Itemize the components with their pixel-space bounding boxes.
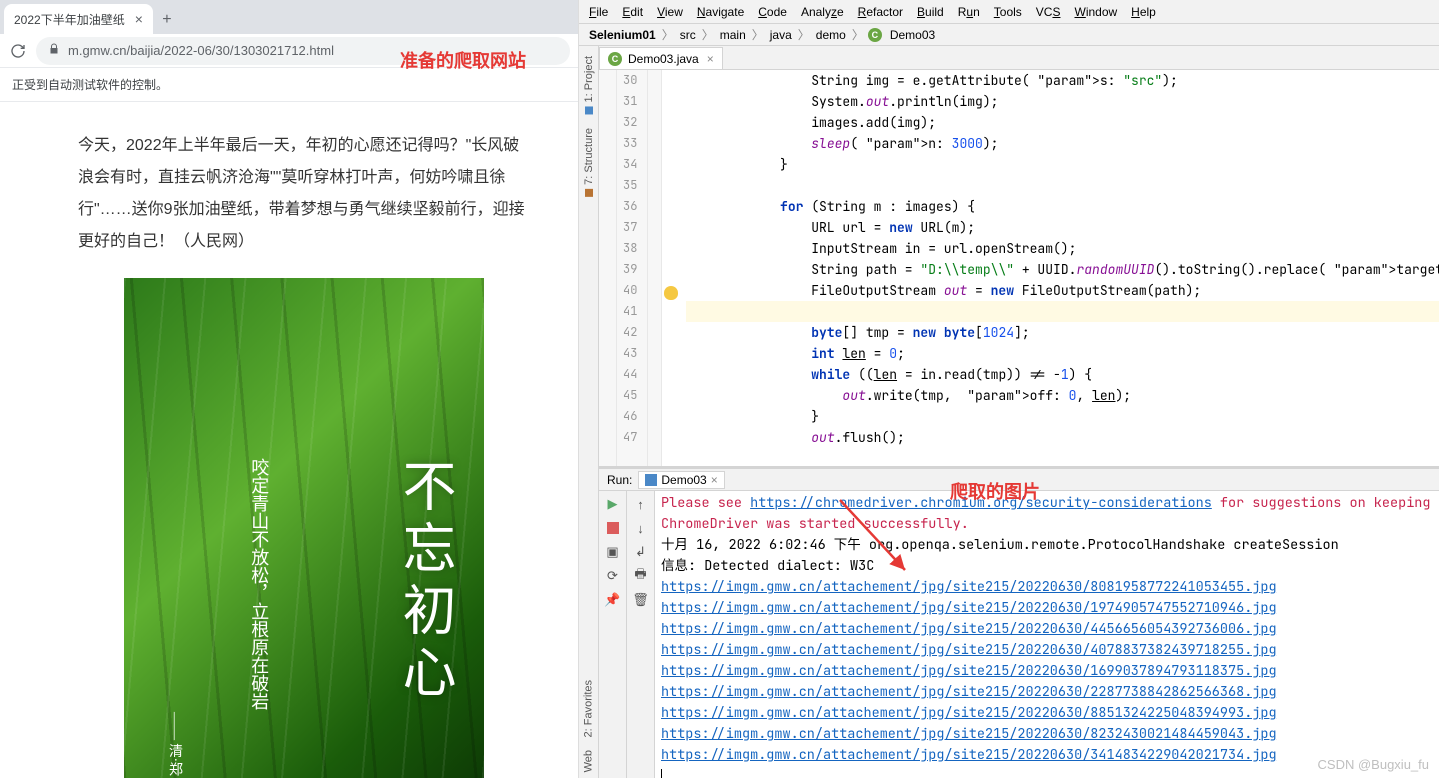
article-paragraph: 今天，2022年上半年最后一天，年初的心愿还记得吗？"长风破浪会有时，直挂云帆济… [78,130,530,258]
close-run-tab-icon[interactable]: × [711,473,718,487]
run-tab[interactable]: Demo03 × [638,471,724,489]
reload-icon[interactable] [8,41,28,61]
project-tab[interactable]: 1: Project [582,50,596,120]
annotation-crawl-img: 爬取的图片 [950,478,1040,504]
camera-icon[interactable]: ▣ [604,543,622,561]
up-icon[interactable]: ↑ [632,495,650,513]
image-signature: —— 清·郑 [164,712,184,776]
menu-bar: File Edit View Navigate Code Analyze Ref… [579,0,1439,24]
run-panel: Run: Demo03 × ▶ ▣ ⟳ 📌 [599,466,1439,778]
automation-info-bar: 正受到自动测试软件的控制。 [0,68,578,102]
class-icon: C [868,28,882,42]
web-tab[interactable]: Web [579,744,598,778]
watermark: CSDN @Bugxiu_fu [1318,757,1429,772]
code-view[interactable]: String img = e.getAttribute( "param">s: … [682,70,1439,466]
lock-icon [48,43,60,58]
run-tab-label: Demo03 [661,473,706,487]
wrap-icon[interactable]: ↲ [632,543,650,561]
crumb-main[interactable]: main [718,28,748,42]
chrome-browser: 2022下半年加油壁纸 × + m.gmw.cn/baijia/2022-06/… [0,0,579,778]
close-editor-tab-icon[interactable]: × [707,52,714,66]
breadcrumb: Selenium01〉 src〉 main〉 java〉 demo〉 C Dem… [579,24,1439,46]
menu-navigate[interactable]: Navigate [691,3,750,21]
close-tab-icon[interactable]: × [135,11,143,27]
favorites-tab[interactable]: 2: Favorites [579,674,598,743]
page-content: 今天，2022年上半年最后一天，年初的心愿还记得吗？"长风破浪会有时，直挂云帆济… [0,102,578,778]
crumb-java[interactable]: java [768,28,794,42]
tab-title: 2022下半年加油壁纸 [14,11,125,28]
image-main-text: 不忘初心 [385,458,464,706]
crumb-project[interactable]: Selenium01 [587,28,658,42]
tab-strip: 2022下半年加油壁纸 × + [0,0,578,34]
crumb-src[interactable]: src [678,28,698,42]
trash-icon[interactable]: 🗑 [632,591,650,609]
menu-help[interactable]: Help [1125,3,1162,21]
down-icon[interactable]: ↓ [632,519,650,537]
stop-icon[interactable] [604,519,622,537]
url-text: m.gmw.cn/baijia/2022-06/30/1303021712.ht… [68,43,334,58]
print-icon[interactable]: 🖶 [632,567,650,585]
menu-build[interactable]: Build [911,3,950,21]
menu-view[interactable]: View [651,3,689,21]
image-side-text: 咬定青山不放松，立根原在破岩 [242,458,276,710]
settings-icon[interactable]: ⟳ [604,567,622,585]
crumb-class[interactable]: Demo03 [888,28,937,42]
menu-run[interactable]: Run [952,3,986,21]
menu-code[interactable]: Code [752,3,793,21]
menu-vcs[interactable]: VCS [1030,3,1067,21]
crumb-demo[interactable]: demo [814,28,848,42]
run-label: Run: [607,473,632,487]
intellij-ide: File Edit View Navigate Code Analyze Ref… [579,0,1439,778]
new-tab-button[interactable]: + [153,6,181,34]
run-toolbar-left: ▶ ▣ ⟳ 📌 [599,491,627,778]
app-icon [645,474,657,486]
editor-tabs: C Demo03.java × [599,46,1439,70]
article-image: 不忘初心 咬定青山不放松，立根原在破岩 —— 清·郑 [124,278,484,778]
editor-tab-label: Demo03.java [628,52,699,66]
menu-analyze[interactable]: Analyze [795,3,850,21]
structure-tab[interactable]: 7: Structure [582,122,596,203]
intention-bulb-icon[interactable] [664,286,678,300]
menu-edit[interactable]: Edit [616,3,649,21]
pin-icon[interactable]: 📌 [604,591,622,609]
rerun-icon[interactable]: ▶ [604,495,622,513]
menu-window[interactable]: Window [1068,3,1123,21]
left-bottom-tabs: 2: Favorites Web [579,480,599,778]
run-toolbar-right: ↑ ↓ ↲ 🖶 🗑 [627,491,655,778]
console-output[interactable]: Please see https://chromedriver.chromium… [655,491,1439,778]
class-icon: C [608,52,622,66]
editor-area[interactable]: 303132333435363738394041424344454647 Str… [599,70,1439,466]
menu-tools[interactable]: Tools [988,3,1028,21]
menu-file[interactable]: File [583,3,614,21]
editor-tab[interactable]: C Demo03.java × [599,47,723,69]
browser-tab[interactable]: 2022下半年加油壁纸 × [4,4,153,34]
annotation-prepare-site: 准备的爬取网站 [400,47,526,73]
line-gutter: 303132333435363738394041424344454647 [617,70,648,466]
menu-refactor[interactable]: Refactor [852,3,909,21]
